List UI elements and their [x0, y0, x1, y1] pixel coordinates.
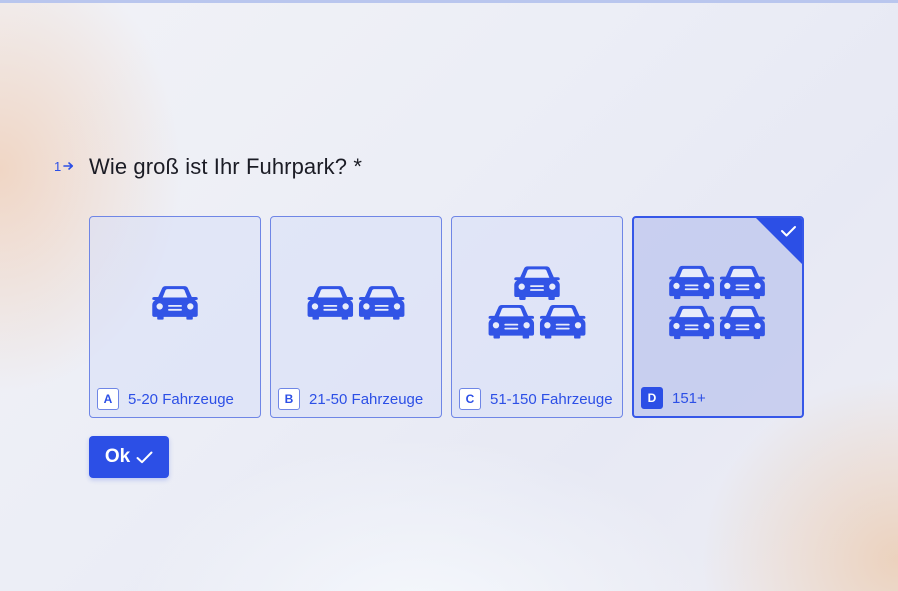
four-cars-icon — [634, 218, 802, 388]
choice-option-b[interactable]: B 21-50 Fahrzeuge — [270, 216, 442, 418]
question-title: Wie groß ist Ihr Fuhrpark? * — [89, 154, 362, 179]
choice-key: C — [459, 388, 481, 410]
ok-button[interactable]: Ok — [89, 436, 169, 478]
choice-option-d[interactable]: D 151+ — [632, 216, 804, 418]
choice-option-c[interactable]: C 51-150 Fahrzeuge — [451, 216, 623, 418]
car-icon — [90, 217, 260, 387]
progress-bar — [0, 0, 898, 3]
choice-key: B — [278, 388, 300, 410]
ok-button-label: Ok — [104, 446, 131, 467]
choice-label: 51-150 Fahrzeuge — [490, 390, 613, 408]
choice-label: 5-20 Fahrzeuge — [128, 390, 234, 408]
choice-label: 21-50 Fahrzeuge — [309, 390, 424, 408]
question-number-label: 1 — [54, 158, 62, 174]
choice-list: A 5-20 Fahrzeuge B 21-50 Fahrzeuge C 51-… — [89, 216, 804, 418]
choice-option-a[interactable]: A 5-20 Fahrzeuge — [89, 216, 261, 418]
two-cars-icon — [271, 217, 441, 387]
checkmark-icon — [136, 451, 153, 464]
choice-key: D — [641, 387, 663, 409]
question-number: 1 — [54, 159, 89, 174]
choice-key: A — [97, 388, 119, 410]
arrow-right-icon — [63, 161, 74, 171]
choice-label: 151+ — [672, 389, 706, 407]
question-header: 1 Wie groß ist Ihr Fuhrpark? * — [54, 154, 362, 180]
three-cars-icon — [452, 217, 622, 387]
